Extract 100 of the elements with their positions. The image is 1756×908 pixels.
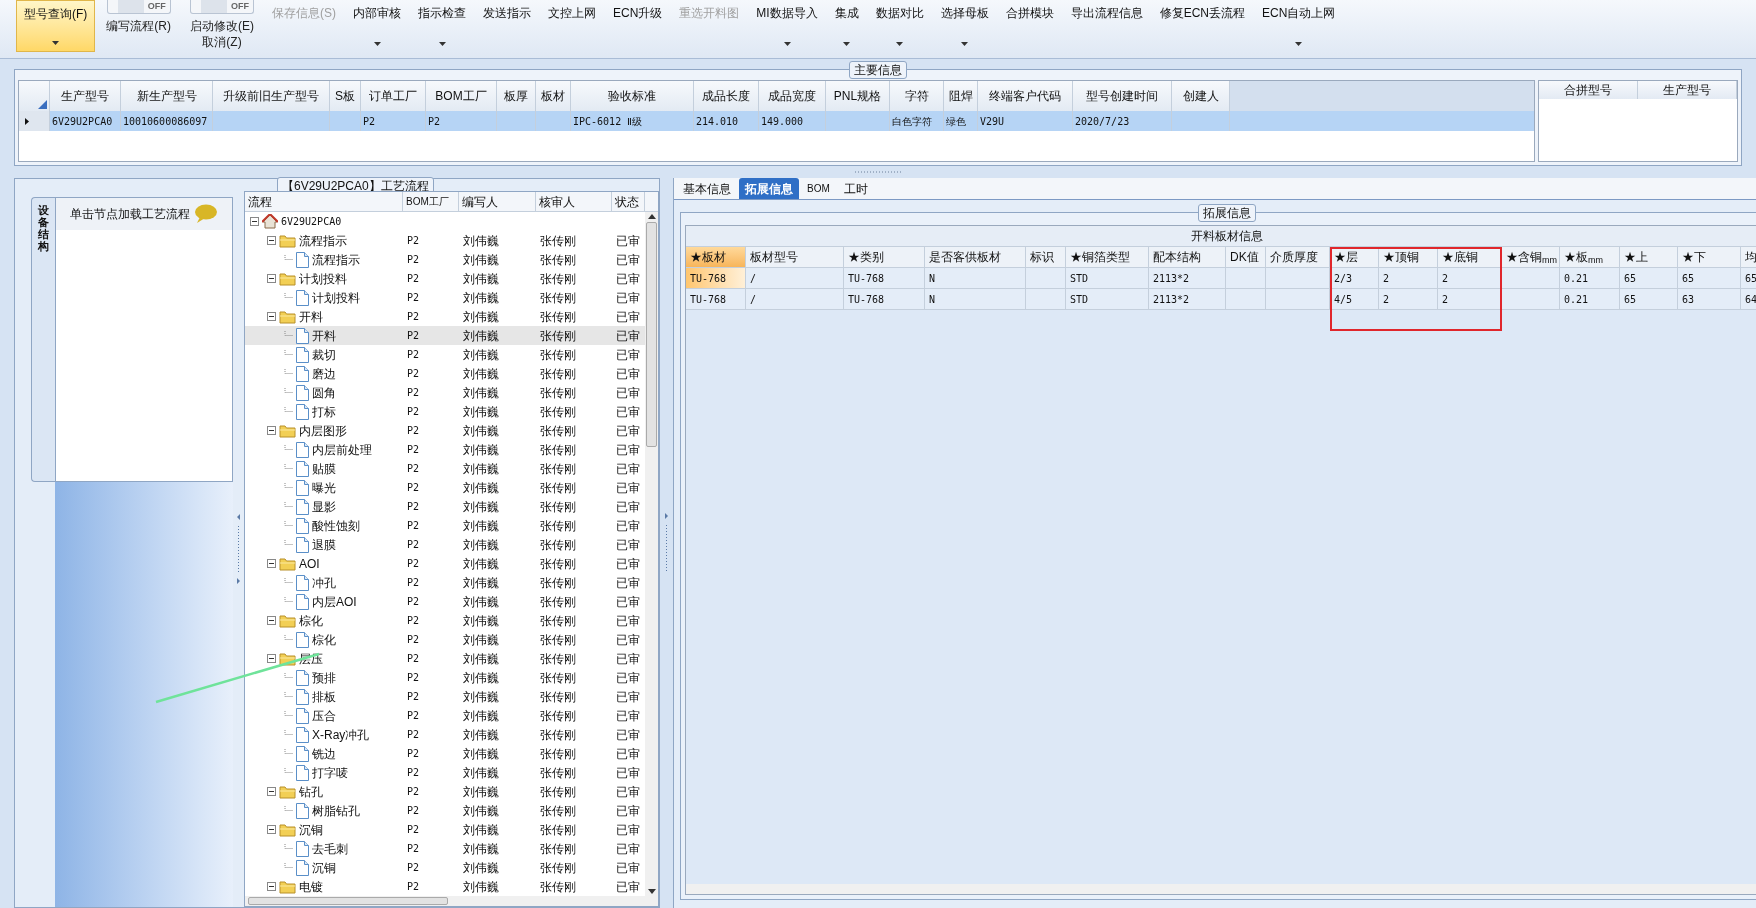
tree-row[interactable]: 退膜 P2 刘伟巍 张传刚 已审 (245, 535, 645, 554)
toolbar-button[interactable]: 数据对比 (868, 0, 931, 52)
collapse-icon[interactable] (267, 882, 276, 891)
tree-row[interactable]: X-Ray冲孔 P2 刘伟巍 张传刚 已审 (245, 725, 645, 744)
collapse-icon[interactable] (267, 274, 276, 283)
tree-row[interactable]: 树脂钻孔 P2 刘伟巍 张传刚 已审 (245, 801, 645, 820)
tree-row[interactable]: 打字唛 P2 刘伟巍 张传刚 已审 (245, 763, 645, 782)
tree-row[interactable]: 计划投料 P2 刘伟巍 张传刚 已审 (245, 269, 645, 288)
column-header[interactable]: DK值 (1226, 247, 1266, 268)
column-header[interactable]: ★含铜$_{mm}$ (1502, 247, 1560, 268)
toolbar-button[interactable]: 修复ECN丢流程 (1152, 0, 1253, 52)
toolbar-button[interactable]: 导出流程信息 (1063, 0, 1150, 52)
toolbar-button[interactable]: 集成 (827, 0, 866, 52)
collapse-icon[interactable] (250, 217, 259, 226)
column-header[interactable]: 流程 (245, 192, 403, 211)
toolbar-button[interactable]: MI数据导入 (749, 0, 825, 52)
tree-row[interactable]: 计划投料 P2 刘伟巍 张传刚 已审 (245, 288, 645, 307)
column-header[interactable]: ★下 (1678, 247, 1741, 268)
splitter-grip-icon[interactable] (853, 170, 903, 175)
collapse-handle-icon[interactable] (664, 513, 669, 573)
tree-row[interactable]: 排板 P2 刘伟巍 张传刚 已审 (245, 687, 645, 706)
tree-row[interactable]: AOI P2 刘伟巍 张传刚 已审 (245, 554, 645, 573)
vertical-scrollbar[interactable] (645, 212, 658, 896)
column-header[interactable]: 板材型号 (746, 247, 844, 268)
collapse-icon[interactable] (267, 426, 276, 435)
collapse-icon[interactable] (267, 787, 276, 796)
collapse-icon[interactable] (267, 559, 276, 568)
column-header[interactable]: 配本结构 (1149, 247, 1226, 268)
tab[interactable]: 基本信息 (677, 178, 737, 199)
toolbar-button[interactable]: 内部审核 (346, 0, 408, 52)
tab[interactable]: 拓展信息 (739, 178, 799, 199)
column-header[interactable]: 生产型号 (1638, 81, 1737, 100)
toolbar-button[interactable]: 合拼模块 (998, 0, 1061, 52)
collapse-icon[interactable] (267, 236, 276, 245)
column-header[interactable]: 介质厚度 (1266, 247, 1330, 268)
toggle-switch[interactable]: OFF (190, 0, 254, 14)
column-header[interactable]: 均 (1741, 247, 1756, 268)
tree-row[interactable]: 预排 P2 刘伟巍 张传刚 已审 (245, 668, 645, 687)
horizontal-scrollbar[interactable] (686, 884, 1756, 894)
column-header[interactable]: ★板材 (686, 247, 746, 268)
tree-row[interactable]: 贴膜 P2 刘伟巍 张传刚 已审 (245, 459, 645, 478)
tree-row[interactable]: 内层AOI P2 刘伟巍 张传刚 已审 (245, 592, 645, 611)
tree-row[interactable]: 去毛刺 P2 刘伟巍 张传刚 已审 (245, 839, 645, 858)
tree-row[interactable]: 冲孔 P2 刘伟巍 张传刚 已审 (245, 573, 645, 592)
tree-row[interactable]: 曝光 P2 刘伟巍 张传刚 已审 (245, 478, 645, 497)
tree-row[interactable]: 流程指示 P2 刘伟巍 张传刚 已审 (245, 250, 645, 269)
column-header[interactable]: BOM工厂 (403, 192, 459, 211)
column-header[interactable]: 合拼型号 (1539, 81, 1638, 100)
side-tab[interactable]: 设备结构 (31, 197, 55, 482)
node-label: 显影 (312, 498, 336, 516)
column-header[interactable]: ★上 (1620, 247, 1678, 268)
tree-row[interactable]: 打标 P2 刘伟巍 张传刚 已审 (245, 402, 645, 421)
tree-row[interactable]: 内层图形 P2 刘伟巍 张传刚 已审 (245, 421, 645, 440)
tree-row[interactable]: 棕化 P2 刘伟巍 张传刚 已审 (245, 611, 645, 630)
tree-row[interactable]: 钻孔 P2 刘伟巍 张传刚 已审 (245, 782, 645, 801)
tree-row[interactable]: 压合 P2 刘伟巍 张传刚 已审 (245, 706, 645, 725)
tree-row[interactable]: 显影 P2 刘伟巍 张传刚 已审 (245, 497, 645, 516)
tree-row[interactable]: 流程指示 P2 刘伟巍 张传刚 已审 (245, 231, 645, 250)
tab[interactable]: BOM (801, 178, 836, 199)
tree-row[interactable]: 酸性蚀刻 P2 刘伟巍 张传刚 已审 (245, 516, 645, 535)
table-row[interactable]: 6V29U2PCA0 10010600086097 P2 P2 IPC-6012 Ⅱ级 214.010 149.000 白色字符 绿色 V29U 2020/7/23 (19, 111, 1534, 132)
toggle-switch[interactable]: OFF (106, 0, 171, 14)
column-header[interactable]: 状态 (612, 192, 645, 211)
tree-row[interactable]: 开料 P2 刘伟巍 张传刚 已审 (245, 307, 645, 326)
tree-row[interactable]: 内层前处理 P2 刘伟巍 张传刚 已审 (245, 440, 645, 459)
tree-row[interactable]: 沉铜 P2 刘伟巍 张传刚 已审 (245, 858, 645, 877)
tree-row[interactable]: 铣边 P2 刘伟巍 张传刚 已审 (245, 744, 645, 763)
toolbar-button[interactable]: ECN升级 (606, 0, 670, 52)
toolbar-button[interactable]: 文控上网 (541, 0, 603, 52)
tree-row[interactable]: 裁切 P2 刘伟巍 张传刚 已审 (245, 345, 645, 364)
tab[interactable]: 工时 (837, 178, 874, 199)
table-cell: STD (1066, 289, 1149, 310)
tree-row[interactable]: 沉铜 P2 刘伟巍 张传刚 已审 (245, 820, 645, 839)
tree-cell: 刘伟巍 (463, 518, 499, 533)
tree-row[interactable]: 磨边 P2 刘伟巍 张传刚 已审 (245, 364, 645, 383)
collapse-icon[interactable] (267, 654, 276, 663)
column-header[interactable]: 核审人 (536, 192, 612, 211)
toolbar-button[interactable]: 发送指示 (476, 0, 538, 52)
tree-row[interactable]: 6V29U2PCA0 (245, 212, 645, 231)
toolbar-button[interactable]: 选择母板 (933, 0, 996, 52)
toolbar-button[interactable]: 指示检查 (411, 0, 473, 52)
collapse-icon[interactable] (267, 616, 276, 625)
tree-row[interactable]: 圆角 P2 刘伟巍 张传刚 已审 (245, 383, 645, 402)
tree-row[interactable]: 棕化 P2 刘伟巍 张传刚 已审 (245, 630, 645, 649)
tree-row[interactable]: 开料 P2 刘伟巍 张传刚 已审 (245, 326, 645, 345)
column-header[interactable]: 编写人 (459, 192, 536, 211)
column-header[interactable]: ★板$_{mm}$ (1560, 247, 1620, 268)
column-header[interactable]: 是否客供板材 (925, 247, 1026, 268)
column-header[interactable]: ★铜箔类型 (1066, 247, 1149, 268)
collapse-icon[interactable] (267, 825, 276, 834)
collapse-icon[interactable] (267, 312, 276, 321)
collapse-handle-icon[interactable] (236, 514, 241, 584)
column-header[interactable]: ★顶铜 (1379, 247, 1438, 268)
tree-row[interactable]: 电镀 P2 刘伟巍 张传刚 已审 (245, 877, 645, 896)
horizontal-scrollbar[interactable] (245, 896, 658, 906)
toolbar-button[interactable]: ECN自动上网 (1255, 0, 1343, 52)
column-header[interactable]: 标识 (1026, 247, 1066, 268)
panel-caption: 拓展信息 (1197, 204, 1256, 222)
column-header[interactable]: ★类别 (844, 247, 925, 268)
toolbar-button[interactable]: 型号查询(F) (16, 0, 96, 52)
